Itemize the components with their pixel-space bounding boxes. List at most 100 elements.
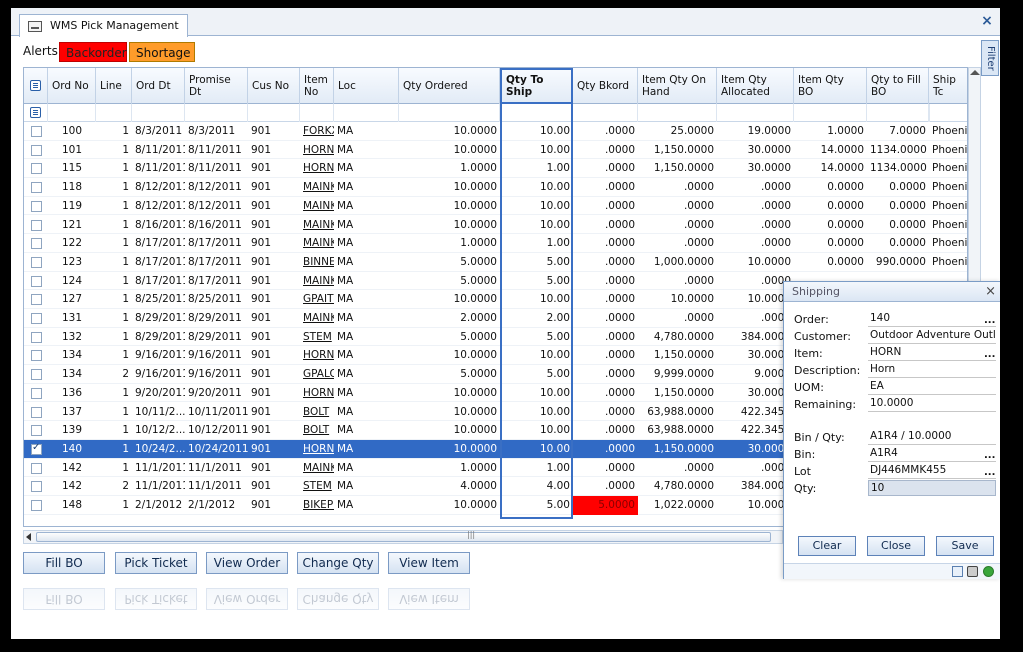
column-filter-cell[interactable]: [248, 104, 300, 122]
column-header[interactable]: Item Qty On Hand: [638, 68, 717, 104]
item-link[interactable]: BOLT: [300, 403, 334, 422]
document-icon[interactable]: [952, 566, 963, 577]
row-checkbox[interactable]: [31, 182, 42, 194]
item-link[interactable]: HORN: [300, 346, 334, 365]
table-row[interactable]: 123 1 8/17/20118/17/2011 901 BINNEDI...MA 5.0…: [24, 253, 967, 272]
column-chooser-icon[interactable]: [30, 80, 41, 91]
row-checkbox[interactable]: [31, 163, 42, 175]
row-checkbox[interactable]: [31, 126, 42, 137]
filter-icon[interactable]: [30, 107, 41, 118]
row-checkbox[interactable]: [31, 350, 42, 362]
column-header[interactable]: Line: [96, 68, 132, 104]
row-checkbox[interactable]: [31, 500, 42, 511]
save-button[interactable]: Save: [936, 536, 994, 556]
item-link[interactable]: HORN: [300, 440, 334, 459]
column-header[interactable]: Item Qty Allocated: [717, 68, 794, 104]
filter-panel-tab[interactable]: Filter: [981, 40, 999, 76]
item-link[interactable]: MAINKIT: [300, 178, 334, 197]
column-filter-cell[interactable]: [867, 104, 929, 122]
lot-lookup-button[interactable]: ...: [984, 467, 995, 478]
column-filter-cell[interactable]: [638, 104, 717, 122]
row-checkbox[interactable]: [31, 331, 42, 343]
column-filter-cell[interactable]: [300, 104, 334, 122]
item-link[interactable]: GPAITEM: [300, 290, 334, 309]
item-link[interactable]: HORN: [300, 141, 334, 160]
view-item-button[interactable]: View Item: [388, 552, 470, 574]
select-all-header[interactable]: [24, 68, 48, 104]
column-filter-cell[interactable]: [717, 104, 794, 122]
table-row[interactable]: 101 1 8/11/2011 8/11/2011 901 HORN MA 10.0000 10…: [24, 141, 967, 160]
column-header[interactable]: Item No: [300, 68, 334, 104]
item-link[interactable]: MAINKIT: [300, 272, 334, 291]
column-header[interactable]: Ord Dt: [132, 68, 185, 104]
row-checkbox[interactable]: [31, 425, 42, 437]
view-order-button[interactable]: View Order: [206, 552, 288, 574]
scroll-up-icon[interactable]: [970, 70, 980, 75]
order-lookup-button[interactable]: ...: [984, 315, 995, 326]
column-filter-cell[interactable]: [96, 104, 132, 122]
column-filter-cell[interactable]: [48, 104, 96, 122]
column-header[interactable]: Loc: [334, 68, 399, 104]
table-row[interactable]: 122 1 8/17/20118/17/2011 901 MAINKITMA 1.0000…: [24, 234, 967, 253]
column-header[interactable]: Qty Bkord: [573, 68, 638, 104]
row-checkbox[interactable]: [31, 313, 42, 324]
column-filter-cell[interactable]: [573, 104, 638, 122]
table-row[interactable]: 115 1 8/11/2011 8/11/2011 901 HORN MA 1.0000 1.0…: [24, 159, 967, 179]
bin-lookup-button[interactable]: ...: [984, 450, 995, 461]
row-checkbox[interactable]: [31, 481, 42, 493]
column-header[interactable]: Ord No: [48, 68, 96, 104]
row-checkbox[interactable]: [31, 200, 42, 212]
item-link[interactable]: MAINKIT: [300, 216, 334, 235]
row-checkbox[interactable]: [31, 219, 42, 231]
close-button[interactable]: Close: [867, 536, 925, 556]
shortage-alert-badge[interactable]: Shortage: [129, 42, 195, 62]
shipping-close-icon[interactable]: ×: [985, 284, 996, 299]
row-checkbox[interactable]: [31, 406, 42, 418]
column-header[interactable]: Ship Tc: [929, 68, 967, 104]
column-filter-cell[interactable]: [929, 104, 930, 122]
column-header[interactable]: Qty To Ship: [500, 68, 573, 104]
column-filter-cell[interactable]: [334, 104, 399, 122]
item-link[interactable]: FORKXL: [300, 122, 334, 141]
row-checkbox[interactable]: [31, 238, 42, 250]
item-link[interactable]: BOLT: [300, 421, 334, 440]
column-header[interactable]: Promise Dt: [185, 68, 248, 104]
column-header[interactable]: Qty to Fill BO: [867, 68, 929, 104]
column-filter-cell[interactable]: [794, 104, 867, 122]
row-checkbox[interactable]: [31, 462, 42, 474]
table-row[interactable]: 100 1 8/3/2011 8/3/2011 901 FORKXLMA 10.0000 10…: [24, 122, 967, 141]
item-link[interactable]: STEM: [300, 328, 334, 347]
column-filter-cell[interactable]: [399, 104, 500, 122]
change-qty-button[interactable]: Change Qty: [297, 552, 379, 574]
row-checkbox[interactable]: [31, 442, 42, 455]
row-checkbox[interactable]: [31, 275, 42, 287]
column-filter-cell[interactable]: [185, 104, 248, 122]
item-link[interactable]: HORN: [300, 159, 334, 178]
table-row[interactable]: 11818/12/20118/12/2011901MAINKITMA10.000…: [24, 178, 967, 197]
item-link[interactable]: MAINKIT: [300, 459, 334, 478]
column-header[interactable]: Cus No: [248, 68, 300, 104]
scrollbar-thumb[interactable]: |||: [36, 530, 771, 542]
item-link[interactable]: MAINKIT: [300, 234, 334, 253]
lot-field[interactable]: DJ446MMK455: [868, 463, 996, 479]
scroll-left-icon[interactable]: [26, 533, 31, 541]
grid-horizontal-scrollbar[interactable]: |||: [23, 530, 783, 544]
item-link[interactable]: HORN: [300, 384, 334, 403]
item-link[interactable]: GPALOTT...: [300, 365, 334, 384]
pick-ticket-button[interactable]: Pick Ticket: [115, 552, 197, 574]
row-checkbox[interactable]: [31, 144, 42, 156]
tab-wms-pick-management[interactable]: WMS Pick Management: [19, 14, 188, 37]
item-link[interactable]: BIKEPP: [300, 496, 334, 515]
clear-button[interactable]: Clear: [798, 536, 856, 556]
printer-icon[interactable]: [967, 566, 978, 577]
row-checkbox[interactable]: [31, 369, 42, 381]
row-checkbox[interactable]: [31, 294, 42, 306]
table-row[interactable]: 11918/12/20118/12/2011901MAINKITMA10.000…: [24, 197, 967, 216]
item-link[interactable]: MAINKIT: [300, 197, 334, 216]
item-link[interactable]: BINNEDI...: [300, 253, 334, 272]
column-header[interactable]: Qty Ordered: [399, 68, 500, 104]
table-row[interactable]: 12118/16/20118/16/2011901MAINKITMA10.000…: [24, 216, 967, 235]
bin-field[interactable]: A1R4: [868, 446, 996, 462]
item-lookup-button[interactable]: ...: [984, 349, 995, 360]
backorder-alert-badge[interactable]: Backorder: [59, 42, 127, 62]
